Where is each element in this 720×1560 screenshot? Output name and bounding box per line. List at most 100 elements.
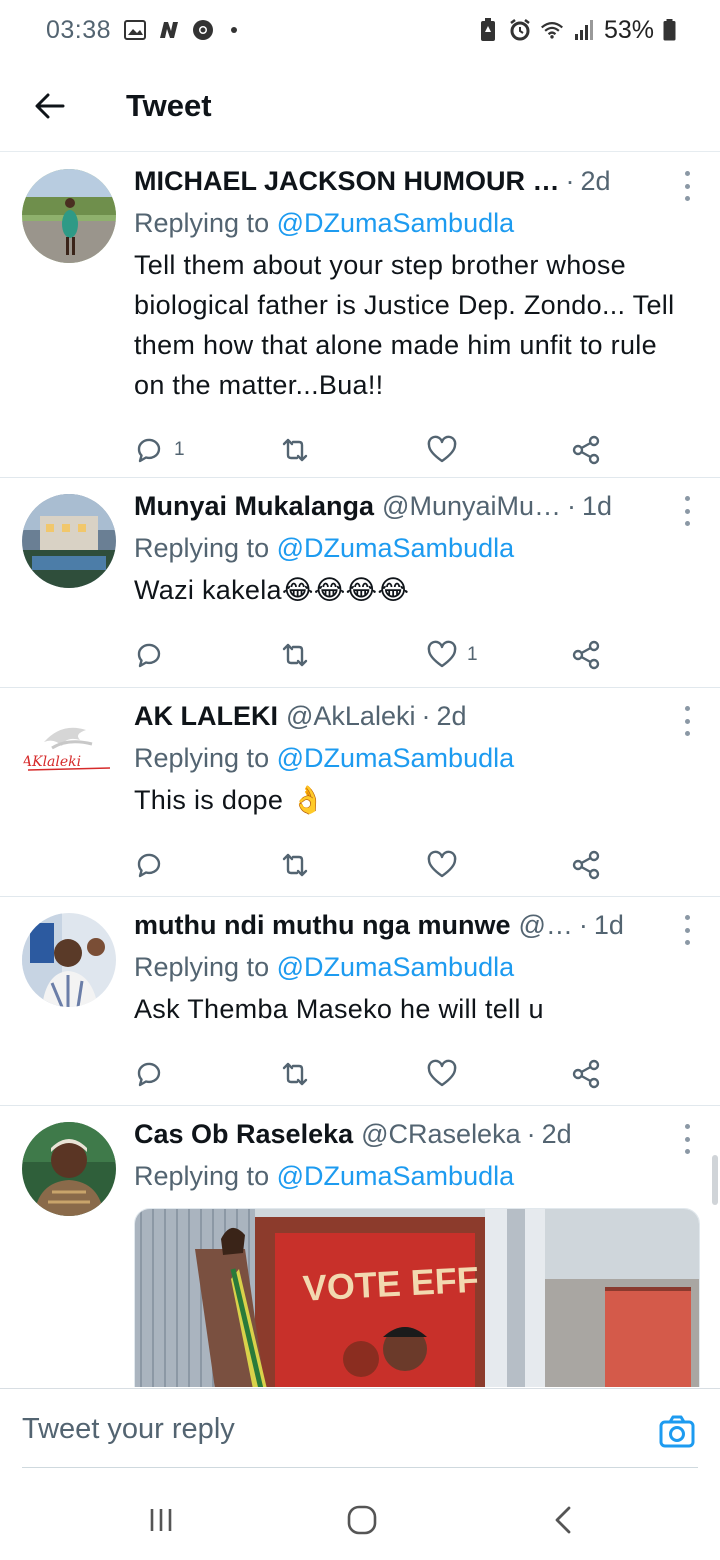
display-name[interactable]: muthu ndi muthu nga munwe (134, 910, 510, 941)
user-handle[interactable]: @… (518, 910, 572, 941)
retweet-icon (282, 1062, 308, 1086)
mention-link[interactable]: @DZumaSambudla (277, 533, 515, 563)
more-options-icon[interactable] (682, 706, 692, 736)
tweet-actions: 1 (0, 417, 720, 483)
tweet-image[interactable]: VOTE EFF (134, 1208, 700, 1387)
display-name[interactable]: MICHAEL JACKSON HUMOUR … (134, 166, 560, 197)
avatar[interactable] (22, 1122, 116, 1216)
mention-link[interactable]: @DZumaSambudla (277, 208, 515, 238)
avatar[interactable]: AKlaleki (22, 704, 116, 798)
share-button[interactable] (571, 845, 601, 885)
dot-icon (231, 27, 238, 33)
tweet[interactable]: AKlaleki AK LALEKI @AkLaleki · 2d Replyi… (0, 688, 720, 897)
share-icon (572, 850, 600, 880)
more-options-icon[interactable] (682, 1124, 692, 1154)
tweet-actions: 1 (0, 622, 720, 688)
display-name[interactable]: AK LALEKI (134, 701, 278, 732)
retweet-button[interactable] (280, 845, 310, 885)
tweet[interactable]: Munyai Mukalanga @MunyaiMu… · 1d Replyin… (0, 478, 720, 688)
more-options-icon[interactable] (682, 171, 692, 201)
tweet-time: 2d (580, 165, 611, 196)
reply-composer: Tweet your reply (0, 1388, 720, 1480)
user-handle[interactable]: @MunyaiMu… (382, 491, 561, 522)
tweet-time: 1d (582, 490, 613, 521)
recent-apps-icon[interactable] (143, 1502, 179, 1538)
reply-button[interactable]: 1 (134, 430, 185, 470)
replying-to: Replying to @DZumaSambudla (134, 743, 515, 773)
back-icon[interactable] (546, 1502, 582, 1538)
tweet-actions (0, 832, 720, 898)
like-button[interactable] (427, 845, 457, 885)
retweet-button[interactable] (280, 430, 310, 470)
share-button[interactable] (571, 430, 601, 470)
display-name[interactable]: Munyai Mukalanga (134, 491, 374, 522)
share-button[interactable] (571, 635, 601, 675)
signal-icon (572, 18, 596, 42)
retweet-button[interactable] (280, 635, 310, 675)
tweet[interactable]: muthu ndi muthu nga munwe @… · 1d Replyi… (0, 897, 720, 1106)
reply-button[interactable] (134, 635, 164, 675)
reply-icon (137, 438, 161, 463)
heart-icon (427, 640, 457, 668)
retweet-button[interactable] (280, 1054, 310, 1094)
tweet-time: 2d (541, 1118, 572, 1149)
tweet-time: 1d (593, 909, 624, 940)
tweet-time: 2d (436, 700, 467, 731)
retweet-icon (282, 643, 308, 667)
battery-percent: 53% (603, 15, 654, 44)
reply-feed[interactable]: MICHAEL JACKSON HUMOUR … · 2d Replying t… (0, 153, 720, 1387)
scrollbar-thumb[interactable] (712, 1155, 718, 1205)
chrome-icon (191, 18, 215, 42)
alarm-icon (508, 18, 532, 42)
battery-icon (662, 18, 676, 42)
camera-icon[interactable] (658, 1413, 696, 1451)
aklaleki-logo: AKlaleki (22, 754, 81, 770)
top-app-bar: Tweet (0, 60, 720, 152)
mention-link[interactable]: @DZumaSambudla (277, 1161, 515, 1191)
reply-icon (137, 643, 161, 668)
system-nav-bar (0, 1480, 720, 1560)
like-button[interactable] (427, 430, 457, 470)
user-handle[interactable]: @CRaseleka (361, 1119, 520, 1150)
tweet-actions (0, 1041, 720, 1107)
reply-input[interactable]: Tweet your reply (22, 1413, 235, 1446)
tweet[interactable]: MICHAEL JACKSON HUMOUR … · 2d Replying t… (0, 153, 720, 478)
avatar[interactable] (22, 494, 116, 588)
reply-count: 1 (174, 439, 185, 460)
tweet[interactable]: Cas Ob Raseleka @CRaseleka · 2d Replying… (0, 1106, 720, 1387)
like-button[interactable]: 1 (427, 635, 478, 675)
wifi-icon (540, 18, 564, 42)
retweet-icon (282, 438, 308, 462)
heart-icon (427, 1059, 457, 1087)
replying-to: Replying to @DZumaSambudla (134, 533, 515, 563)
replying-to: Replying to @DZumaSambudla (134, 1161, 515, 1191)
like-button[interactable] (427, 1054, 457, 1094)
like-count: 1 (467, 644, 478, 665)
reply-icon (137, 853, 161, 878)
replying-to: Replying to @DZumaSambudla (134, 208, 515, 238)
home-icon[interactable] (344, 1502, 380, 1538)
more-options-icon[interactable] (682, 496, 692, 526)
user-handle[interactable]: @AkLaleki (286, 701, 415, 732)
tweet-text: Tell them about your step brother whose … (134, 250, 675, 400)
tweet-text: This is dope 👌 (134, 785, 325, 815)
status-bar: 03:38 53% (0, 0, 720, 60)
battery-saver-icon (476, 18, 500, 42)
tweet-text: Ask Themba Maseko he will tell u (134, 994, 544, 1024)
share-button[interactable] (571, 1054, 601, 1094)
mention-link[interactable]: @DZumaSambudla (277, 743, 515, 773)
avatar[interactable] (22, 169, 116, 263)
share-icon (572, 640, 600, 670)
more-options-icon[interactable] (682, 915, 692, 945)
replying-to: Replying to @DZumaSambudla (134, 952, 515, 982)
reply-button[interactable] (134, 1054, 164, 1094)
reply-button[interactable] (134, 845, 164, 885)
arrow-left-icon[interactable] (20, 76, 80, 136)
gallery-icon (123, 18, 147, 42)
heart-icon (427, 435, 457, 463)
share-icon (572, 435, 600, 465)
display-name[interactable]: Cas Ob Raseleka (134, 1119, 353, 1150)
mention-link[interactable]: @DZumaSambudla (277, 952, 515, 982)
avatar[interactable] (22, 913, 116, 1007)
retweet-icon (282, 853, 308, 877)
